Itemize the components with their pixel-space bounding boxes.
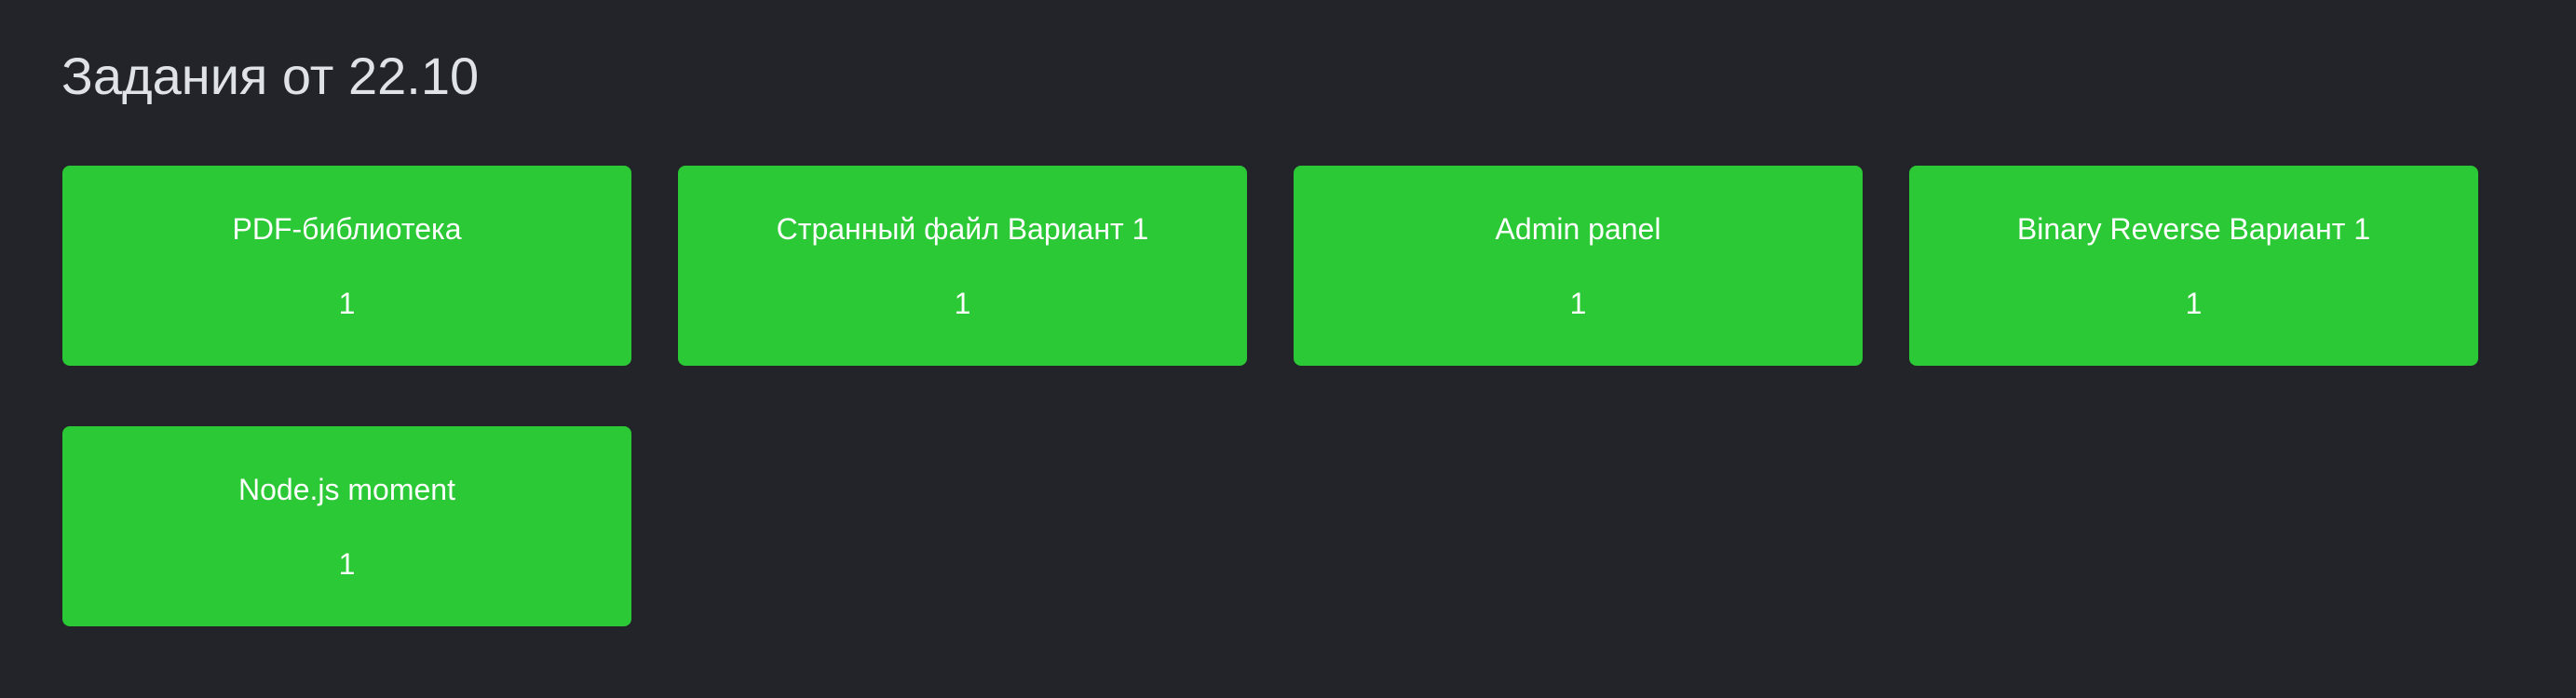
- challenge-card-admin-panel[interactable]: Admin panel 1: [1294, 166, 1863, 366]
- challenge-card-binary-reverse[interactable]: Binary Reverse Вариант 1 1: [1909, 166, 2478, 366]
- challenge-value: 1: [2185, 287, 2203, 320]
- challenge-value: 1: [954, 287, 971, 320]
- challenge-title: Странный файл Вариант 1: [776, 212, 1149, 246]
- challenge-grid: PDF-библиотека 1 Странный файл Вариант 1…: [62, 166, 2478, 626]
- challenge-title: Node.js moment: [238, 473, 455, 506]
- page-title: Задания от 22.10: [61, 47, 480, 105]
- challenge-value: 1: [338, 547, 356, 581]
- challenge-value: 1: [1569, 287, 1587, 320]
- challenge-title: Binary Reverse Вариант 1: [2016, 212, 2371, 246]
- challenge-title: Admin panel: [1495, 212, 1661, 246]
- challenge-card-pdf-library[interactable]: PDF-библиотека 1: [62, 166, 631, 366]
- challenge-card-nodejs-moment[interactable]: Node.js moment 1: [62, 426, 631, 626]
- challenge-card-strange-file[interactable]: Странный файл Вариант 1 1: [678, 166, 1247, 366]
- challenge-title: PDF-библиотека: [232, 212, 462, 246]
- challenge-value: 1: [338, 287, 356, 320]
- challenges-page: Задания от 22.10 PDF-библиотека 1 Странн…: [0, 0, 2576, 698]
